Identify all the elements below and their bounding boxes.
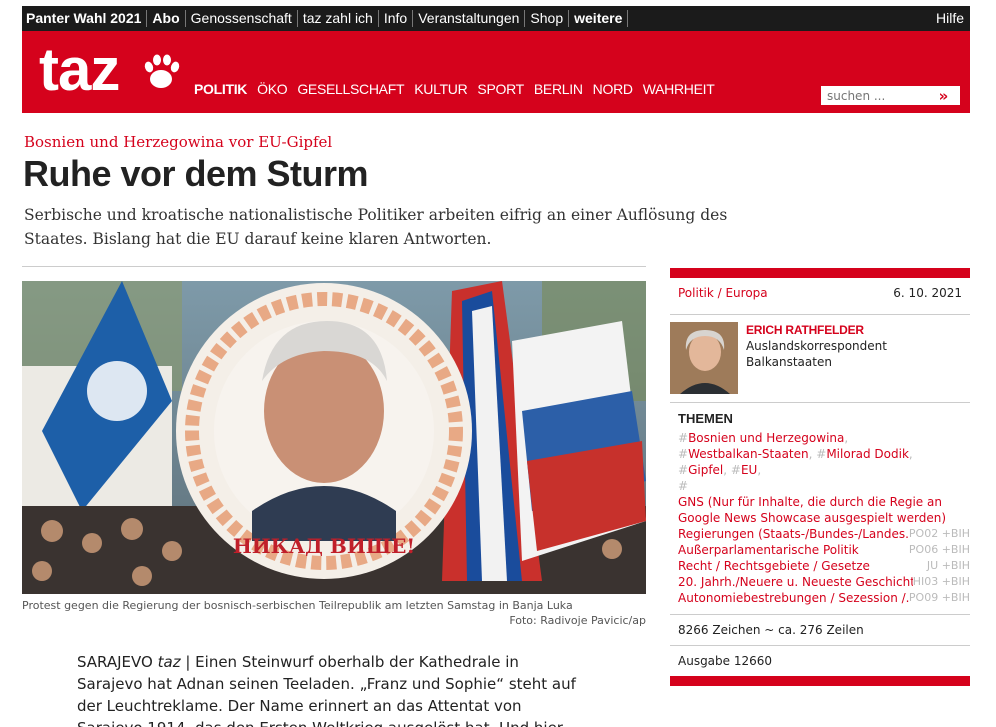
hash-icon: #: [816, 447, 827, 461]
author-info: ERICH RATHFELDER Auslandskorrespondent B…: [746, 322, 970, 395]
topbar-link-weitere[interactable]: weitere: [569, 10, 629, 27]
tag-link[interactable]: EU: [741, 463, 757, 477]
photo-caption: Protest gegen die Regierung der bosnisch…: [22, 598, 646, 628]
category-item[interactable]: 20. Jahrh./Neuere u. Neueste Geschichte …: [678, 574, 970, 590]
category-name[interactable]: 20. Jahrh./Neuere u. Neueste Geschichte: [678, 574, 913, 590]
category-item[interactable]: Regierungen (Staats-/Bundes-/Landes... P…: [678, 526, 970, 542]
category-item[interactable]: Recht / Rechtsgebiete / Gesetze JU +BIH: [678, 558, 970, 574]
tag-link[interactable]: Milorad Dodik: [826, 447, 909, 461]
category-code: PO02 +BIH: [908, 527, 970, 540]
article-kicker: Bosnien und Herzegowina vor EU-Gipfel: [24, 133, 333, 151]
paw-logo-icon: [144, 54, 180, 88]
tag-link[interactable]: Westbalkan-Staaten: [688, 447, 809, 461]
category-code: PO09 +BIH: [908, 591, 970, 604]
search-submit-button[interactable]: »: [931, 86, 953, 105]
dateline-source: taz: [157, 653, 181, 671]
themen-heading: THEMEN: [678, 411, 733, 426]
article-sidebar: Politik / Europa 6. 10. 2021 ERICH RATHF…: [670, 268, 970, 686]
topbar-link-hilfe[interactable]: Hilfe: [931, 10, 970, 27]
sidebar-red-bar: [670, 676, 970, 686]
article-date: 6. 10. 2021: [893, 286, 962, 300]
tag-list: #Bosnien und Herzegowina, #Westbalkan-St…: [678, 431, 913, 493]
category-item[interactable]: Autonomiebestrebungen / Sezession /... P…: [678, 590, 970, 606]
nav-nord[interactable]: NORD: [593, 81, 633, 97]
search-input[interactable]: [821, 88, 931, 103]
issue-number: Ausgabe 12660: [678, 654, 773, 668]
hash-icon: #: [678, 463, 689, 477]
protest-photo-illustration: НИКАД ВИШЕ!: [22, 281, 646, 594]
article-body: SARAJEVO taz | Einen Steinwurf oberhalb …: [77, 651, 587, 727]
category-list: GNS (Nur für Inhalte, die durch die Regi…: [670, 494, 970, 614]
category-code: PO06 +BIH: [908, 543, 970, 556]
author-name[interactable]: ERICH RATHFELDER: [746, 322, 970, 338]
category-name[interactable]: Außerparlamentarische Politik: [678, 542, 909, 558]
article-length: 8266 Zeichen ~ ca. 276 Zeilen: [678, 623, 864, 637]
author-role: Auslandskorrespondent Balkanstaaten: [745, 339, 887, 369]
taz-logo[interactable]: taz: [39, 35, 120, 105]
search-box: »: [821, 86, 960, 105]
nav-sport[interactable]: SPORT: [477, 81, 524, 97]
tag-link[interactable]: Bosnien und Herzegowina: [688, 431, 844, 445]
author-avatar[interactable]: [670, 322, 738, 394]
topbar-link-abo[interactable]: Abo: [147, 10, 186, 27]
category-item[interactable]: Außerparlamentarische Politik PO06 +BIH: [678, 542, 970, 558]
category-name[interactable]: Autonomiebestrebungen / Sezession /...: [678, 590, 909, 606]
photo-sign-text: НИКАД ВИШЕ!: [233, 534, 415, 558]
main-navigation: POLITIK ÖKO GESELLSCHAFT KULTUR SPORT BE…: [194, 81, 724, 97]
hash-icon: #: [678, 431, 689, 445]
top-navigation-bar: Panter Wahl 2021 Abo Genossenschaft taz …: [22, 6, 970, 31]
topbar-link-taz-zahl-ich[interactable]: taz zahl ich: [298, 10, 379, 27]
category-item[interactable]: GNS (Nur für Inhalte, die durch die Regi…: [678, 494, 970, 526]
site-header: taz POLITIK ÖKO GESELLSCHAFT KULTUR SPOR…: [22, 31, 970, 113]
article-meta: Politik / Europa 6. 10. 2021: [670, 278, 970, 314]
category-name[interactable]: GNS (Nur für Inhalte, die durch die Regi…: [678, 494, 958, 526]
category-code: JU +BIH: [926, 559, 970, 572]
article-lead: Serbische und kroatische nationalistisch…: [24, 206, 728, 248]
topbar-link-veranstaltungen[interactable]: Veranstaltungen: [413, 10, 526, 27]
nav-gesellschaft[interactable]: GESELLSCHAFT: [297, 81, 404, 97]
hash-icon: #: [678, 447, 689, 461]
category-code: HI03 +BIH: [912, 575, 970, 588]
nav-kultur[interactable]: KULTUR: [414, 81, 467, 97]
author-box: ERICH RATHFELDER Auslandskorrespondent B…: [670, 315, 970, 402]
topbar-link-genossenschaft[interactable]: Genossenschaft: [186, 10, 298, 27]
sidebar-red-bar: [670, 268, 970, 278]
topbar-link-shop[interactable]: Shop: [525, 10, 570, 27]
hash-icon: #: [730, 463, 741, 477]
category-name[interactable]: Regierungen (Staats-/Bundes-/Landes...: [678, 526, 909, 542]
topbar-link-panter-wahl[interactable]: Panter Wahl 2021: [22, 10, 148, 27]
ressort-link[interactable]: Politik / Europa: [678, 286, 768, 314]
caption-text: Protest gegen die Regierung der bosnisch…: [22, 599, 573, 612]
dateline-place: SARAJEVO: [77, 653, 153, 671]
nav-berlin[interactable]: BERLIN: [534, 81, 583, 97]
divider: [22, 266, 646, 267]
category-name[interactable]: Recht / Rechtsgebiete / Gesetze: [678, 558, 919, 574]
topbar-link-info[interactable]: Info: [379, 10, 414, 27]
article-photo[interactable]: НИКАД ВИШЕ!: [22, 281, 646, 594]
photo-credit: Foto: Radivoje Pavicic/ap: [509, 614, 646, 627]
nav-wahrheit[interactable]: WAHRHEIT: [643, 81, 715, 97]
tag-link[interactable]: Gipfel: [688, 463, 723, 477]
hash-icon: #: [678, 479, 689, 493]
nav-politik[interactable]: POLITIK: [194, 81, 247, 97]
article-headline: Ruhe vor dem Sturm: [23, 153, 369, 194]
nav-oeko[interactable]: ÖKO: [257, 81, 288, 97]
